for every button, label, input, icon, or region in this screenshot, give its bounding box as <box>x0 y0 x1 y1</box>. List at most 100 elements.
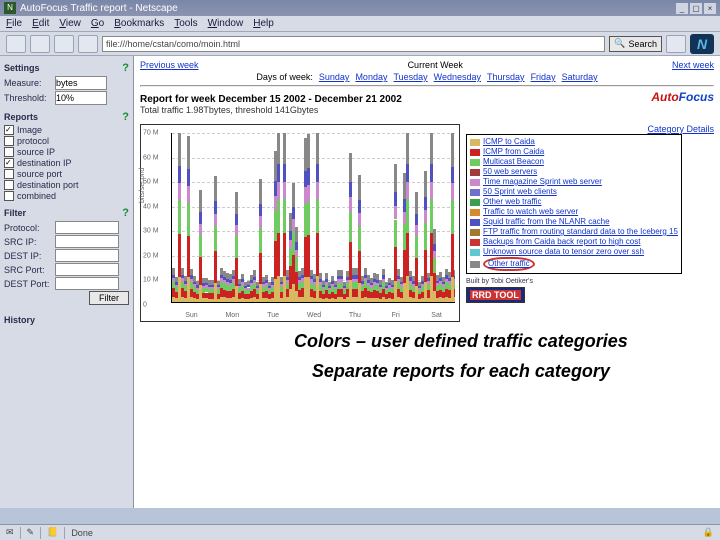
composer-icon[interactable]: ✎ <box>27 527 35 538</box>
filter-field-label: SRC Port: <box>4 265 52 275</box>
legend-item-link[interactable]: Backups from Caida back report to high c… <box>483 237 640 247</box>
legend-swatch <box>470 179 480 186</box>
window-minimize-button[interactable]: _ <box>676 3 688 14</box>
legend-item-link[interactable]: ICMP from Caida <box>483 147 544 157</box>
report-subtitle: Total traffic 1.98Tbytes, threshold 141G… <box>140 105 402 115</box>
y-tick-label: 60 M <box>143 154 159 161</box>
status-text: Done <box>71 528 93 538</box>
legend-item-link[interactable]: Other web traffic <box>483 197 542 207</box>
security-icon[interactable]: 🔒 <box>703 527 714 538</box>
report-option-label: destination port <box>17 180 79 190</box>
filter-button[interactable]: Filter <box>89 291 129 305</box>
legend-swatch <box>470 209 480 216</box>
print-button[interactable] <box>666 35 686 53</box>
filter-input-protocol[interactable] <box>55 221 119 234</box>
days-prefix: Days of week: <box>256 72 313 82</box>
day-link-monday[interactable]: Monday <box>355 72 387 82</box>
window-maximize-button[interactable]: ▢ <box>690 3 702 14</box>
help-icon[interactable]: ? <box>122 62 129 74</box>
legend-item-link[interactable]: Squid traffic from the NLANR cache <box>483 217 610 227</box>
sidebar: Settings? Measure: Threshold: Reports? I… <box>0 56 134 508</box>
filter-field-label: Protocol: <box>4 223 52 233</box>
annotation-text: Colors – user defined traffic categories… <box>294 326 628 386</box>
legend-item-link[interactable]: 50 Sprint web clients <box>483 187 557 197</box>
help-icon[interactable]: ? <box>122 111 129 123</box>
checkbox-Image[interactable] <box>4 125 14 135</box>
checkbox-source port[interactable] <box>4 169 14 179</box>
filter-input-dest port[interactable] <box>55 277 119 290</box>
day-link-saturday[interactable]: Saturday <box>562 72 598 82</box>
report-option-label: combined <box>17 191 56 201</box>
legend-swatch <box>470 189 480 196</box>
legend-swatch <box>470 249 480 256</box>
legend-item-link[interactable]: FTP traffic from routing standard data t… <box>483 227 678 237</box>
threshold-select[interactable] <box>55 91 107 105</box>
window-titlebar: N AutoFocus Traffic report - Netscape _ … <box>0 0 720 16</box>
netscape-logo-icon: N <box>690 34 714 54</box>
status-bar: ✉ ✎ 📒 Done 🔒 <box>0 524 720 540</box>
legend-item-link[interactable]: Other traffic <box>488 259 530 268</box>
next-week-link[interactable]: Next week <box>672 60 714 70</box>
legend-item-link[interactable]: ICMP to Caida <box>483 137 535 147</box>
help-icon[interactable]: ? <box>122 207 129 219</box>
menubar: File Edit View Go Bookmarks Tools Window Help <box>0 16 720 32</box>
category-details-link[interactable]: Category Details <box>647 124 714 134</box>
checkbox-combined[interactable] <box>4 191 14 201</box>
x-tick-label: Sat <box>431 312 442 319</box>
menu-help[interactable]: Help <box>253 18 274 29</box>
search-button[interactable]: 🔍 Search <box>609 36 662 52</box>
nav-stop-button[interactable] <box>78 35 98 53</box>
day-link-tuesday[interactable]: Tuesday <box>393 72 427 82</box>
legend-item-link[interactable]: Unknown source data to tensor zero over … <box>483 247 644 257</box>
search-label: Search <box>628 39 657 49</box>
nav-back-button[interactable] <box>6 35 26 53</box>
legend-swatch <box>470 239 480 246</box>
filter-input-src port[interactable] <box>55 263 119 276</box>
chart-legend: ICMP to CaidaICMP from CaidaMulticast Be… <box>466 134 682 274</box>
legend-item-link[interactable]: Time magazine Sprint web server <box>483 177 602 187</box>
report-option-label: protocol <box>17 136 49 146</box>
menu-go[interactable]: Go <box>91 18 104 29</box>
x-tick-label: Tue <box>267 312 279 319</box>
window-close-button[interactable]: × <box>704 3 716 14</box>
filter-input-src ip[interactable] <box>55 235 119 248</box>
x-tick-label: Sun <box>185 312 197 319</box>
navbar: 🔍 Search N <box>0 32 720 56</box>
measure-select[interactable] <box>55 76 107 90</box>
address-bar[interactable] <box>102 36 605 52</box>
legend-item-link[interactable]: 50 web servers <box>483 167 537 177</box>
menu-edit[interactable]: Edit <box>32 18 49 29</box>
menu-tools[interactable]: Tools <box>174 18 197 29</box>
nav-forward-button[interactable] <box>30 35 50 53</box>
addressbook-icon[interactable]: 📒 <box>47 527 58 538</box>
filter-input-dest ip[interactable] <box>55 249 119 262</box>
menu-window[interactable]: Window <box>208 18 244 29</box>
autofocus-logo: AutoFocus <box>651 90 714 104</box>
checkbox-destination port[interactable] <box>4 180 14 190</box>
menu-file[interactable]: File <box>6 18 22 29</box>
reports-header: Reports <box>4 112 38 122</box>
day-link-wednesday[interactable]: Wednesday <box>434 72 481 82</box>
y-tick-label: 70 M <box>143 130 159 137</box>
y-tick-label: 40 M <box>143 203 159 210</box>
chart-plot-area <box>171 133 455 303</box>
legend-item-link[interactable]: Traffic to watch web server <box>483 207 578 217</box>
day-link-sunday[interactable]: Sunday <box>319 72 350 82</box>
report-option-label: Image <box>17 125 42 135</box>
mail-icon[interactable]: ✉ <box>6 527 14 538</box>
legend-item-link[interactable]: Multicast Beacon <box>483 157 544 167</box>
checkbox-source IP[interactable] <box>4 147 14 157</box>
menu-bookmarks[interactable]: Bookmarks <box>114 18 164 29</box>
day-links: Days of week: Sunday Monday Tuesday Wednesda… <box>140 72 714 82</box>
nav-reload-button[interactable] <box>54 35 74 53</box>
prev-week-link[interactable]: Previous week <box>140 60 199 70</box>
report-option-label: destination IP <box>17 158 72 168</box>
app-icon: N <box>4 2 16 14</box>
day-link-friday[interactable]: Friday <box>531 72 556 82</box>
legend-swatch <box>470 229 480 236</box>
day-link-thursday[interactable]: Thursday <box>487 72 525 82</box>
checkbox-destination IP[interactable] <box>4 158 14 168</box>
legend-swatch <box>470 169 480 176</box>
checkbox-protocol[interactable] <box>4 136 14 146</box>
menu-view[interactable]: View <box>59 18 81 29</box>
